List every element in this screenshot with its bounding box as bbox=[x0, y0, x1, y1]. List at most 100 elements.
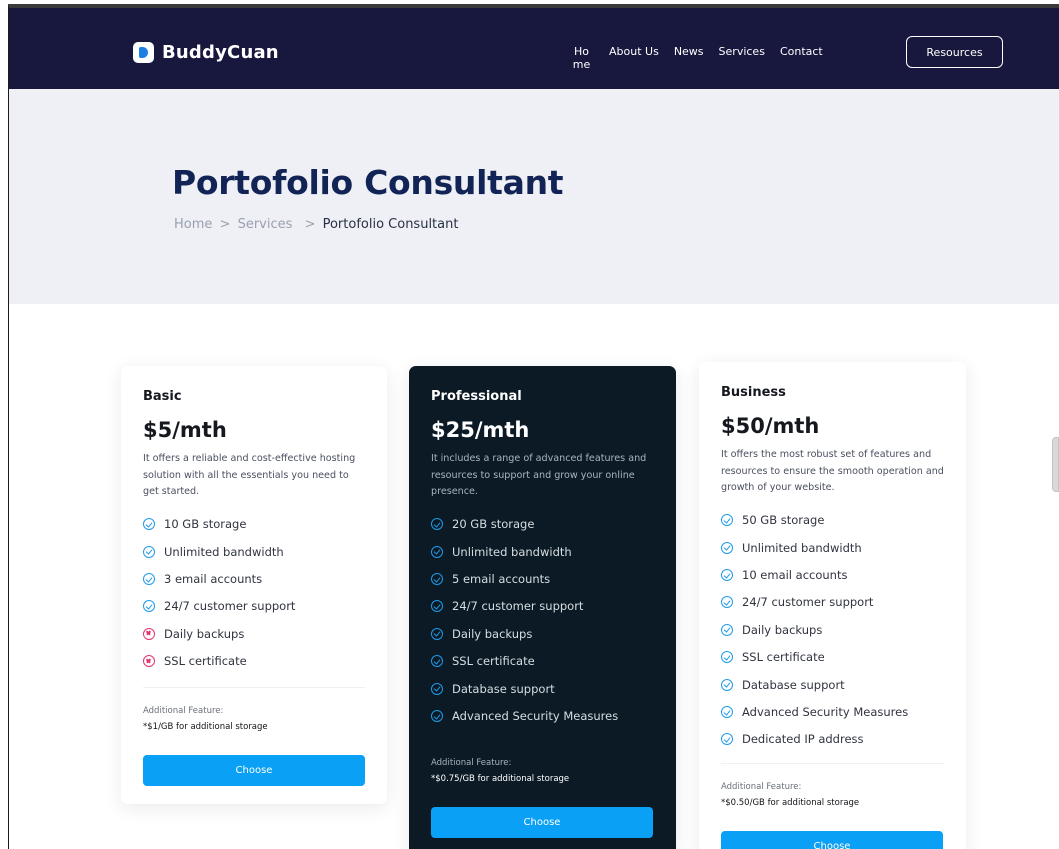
page-title: Portofolio Consultant bbox=[172, 163, 564, 202]
check-circle-icon bbox=[721, 678, 733, 691]
plan-description: It offers a reliable and cost-effective … bbox=[143, 453, 356, 497]
check-circle-icon bbox=[431, 572, 443, 585]
feature-list: 10 GB storage Unlimited bandwidth 3 emai… bbox=[143, 511, 365, 675]
feature-label: 24/7 customer support bbox=[164, 599, 296, 614]
check-circle-icon bbox=[721, 568, 733, 581]
check-circle-icon bbox=[431, 627, 443, 640]
feature-item: Database support bbox=[721, 671, 944, 698]
nav-link-news[interactable]: News bbox=[674, 45, 704, 58]
check-circle-icon bbox=[721, 733, 733, 746]
plan-name: Basic bbox=[143, 389, 182, 404]
feature-label: 3 email accounts bbox=[164, 571, 263, 586]
resources-button[interactable]: Resources bbox=[906, 36, 1003, 68]
breadcrumb: Home > Services > Portofolio Consultant bbox=[174, 217, 458, 232]
feature-item: 24/7 customer support bbox=[143, 593, 365, 620]
nav-link-home[interactable]: Home bbox=[569, 45, 594, 71]
additional-feature-label: Additional Feature: bbox=[431, 757, 512, 768]
feature-label: 20 GB storage bbox=[452, 517, 535, 532]
breadcrumb-separator: > bbox=[219, 217, 231, 232]
feature-label: SSL certificate bbox=[742, 650, 825, 665]
choose-professional-button[interactable]: Choose bbox=[431, 806, 653, 838]
plan-description: It offers the most robust set of feature… bbox=[721, 449, 944, 493]
feature-item: SSL certificate bbox=[143, 647, 365, 674]
feature-item: 3 email accounts bbox=[143, 565, 365, 592]
feature-item: SSL certificate bbox=[431, 647, 654, 674]
feature-item: 24/7 customer support bbox=[721, 589, 944, 616]
pricing-card-business: Business $50/mth It offers the most robu… bbox=[699, 362, 966, 849]
pricing-card-professional: Professional $25/mth It includes a range… bbox=[409, 366, 676, 849]
feature-label: SSL certificate bbox=[164, 654, 247, 669]
additional-feature-note: *$1/GB for additional storage bbox=[143, 721, 268, 732]
feature-item: Daily backups bbox=[143, 620, 365, 647]
feature-list: 50 GB storage Unlimited bandwidth 10 ema… bbox=[721, 507, 944, 754]
feature-item: Advanced Security Measures bbox=[431, 702, 654, 729]
pricing-card-basic: Basic $5/mth It offers a reliable and co… bbox=[121, 366, 387, 804]
breadcrumb-services[interactable]: Services bbox=[238, 217, 293, 232]
top-strip bbox=[0, 0, 1059, 8]
nav-link-services[interactable]: Services bbox=[719, 45, 765, 58]
choose-basic-button[interactable]: Choose bbox=[143, 754, 365, 786]
feature-item: Dedicated IP address bbox=[721, 726, 944, 753]
feature-item: Advanced Security Measures bbox=[721, 698, 944, 725]
card-divider bbox=[143, 686, 365, 688]
feature-label: Database support bbox=[452, 681, 555, 696]
check-circle-icon bbox=[721, 514, 733, 527]
feature-label: 50 GB storage bbox=[742, 513, 825, 528]
feature-item: 24/7 customer support bbox=[431, 593, 654, 620]
feature-label: Daily backups bbox=[452, 626, 533, 641]
check-circle-icon bbox=[143, 572, 155, 585]
check-circle-icon bbox=[143, 518, 155, 531]
feature-label: 24/7 customer support bbox=[742, 595, 874, 610]
feature-label: SSL certificate bbox=[452, 654, 535, 669]
feature-item: SSL certificate bbox=[721, 643, 944, 670]
feature-label: Dedicated IP address bbox=[742, 732, 864, 747]
nav-link-contact[interactable]: Contact bbox=[780, 45, 823, 58]
feature-label: Daily backups bbox=[742, 622, 823, 637]
feature-label: Unlimited bandwidth bbox=[452, 544, 572, 559]
feature-item: Unlimited bandwidth bbox=[721, 534, 944, 561]
side-scroll-handle[interactable] bbox=[1052, 437, 1059, 492]
additional-feature-label: Additional Feature: bbox=[721, 782, 802, 793]
left-edge-rule bbox=[8, 6, 9, 849]
brand-logo-link[interactable]: BuddyCuan bbox=[133, 42, 279, 63]
check-circle-icon bbox=[431, 545, 443, 558]
feature-item: 20 GB storage bbox=[431, 511, 654, 538]
check-circle-icon bbox=[721, 541, 733, 554]
x-circle-icon bbox=[143, 655, 155, 668]
feature-item: 10 GB storage bbox=[143, 511, 365, 538]
brand-name: BuddyCuan bbox=[162, 42, 279, 63]
feature-label: 5 email accounts bbox=[452, 571, 551, 586]
feature-label: Daily backups bbox=[164, 626, 245, 641]
check-circle-icon bbox=[721, 651, 733, 664]
additional-feature-note: *$0.75/GB for additional storage bbox=[431, 773, 570, 784]
feature-item: Unlimited bandwidth bbox=[431, 538, 654, 565]
feature-item: 10 email accounts bbox=[721, 561, 944, 588]
feature-label: 24/7 customer support bbox=[452, 599, 584, 614]
breadcrumb-current: Portofolio Consultant bbox=[322, 217, 459, 232]
feature-label: Unlimited bandwidth bbox=[164, 544, 284, 559]
plan-name: Business bbox=[721, 385, 786, 400]
additional-feature-note: *$0.50/GB for additional storage bbox=[721, 798, 860, 809]
card-divider bbox=[721, 763, 944, 765]
check-circle-icon bbox=[431, 600, 443, 613]
plan-description: It includes a range of advanced features… bbox=[431, 453, 647, 497]
nav-link-about-us[interactable]: About Us bbox=[609, 45, 659, 58]
breadcrumb-separator: > bbox=[304, 217, 316, 232]
check-circle-icon bbox=[143, 600, 155, 613]
choose-business-button[interactable]: Choose bbox=[721, 831, 943, 849]
check-circle-icon bbox=[721, 596, 733, 609]
feature-label: Unlimited bandwidth bbox=[742, 540, 862, 555]
check-circle-icon bbox=[143, 545, 155, 558]
feature-label: Database support bbox=[742, 677, 845, 692]
feature-label: 10 GB storage bbox=[164, 517, 247, 532]
feature-label: Advanced Security Measures bbox=[742, 704, 909, 719]
feature-item: Unlimited bandwidth bbox=[143, 538, 365, 565]
x-circle-icon bbox=[143, 627, 155, 640]
plan-price: $25/mth bbox=[431, 418, 530, 442]
check-circle-icon bbox=[431, 709, 443, 722]
main-nav: Home About Us News Services Contact bbox=[569, 45, 838, 71]
page-hero: Portofolio Consultant Home > Services > … bbox=[9, 89, 1059, 304]
buddycuan-logo-icon bbox=[133, 42, 154, 63]
check-circle-icon bbox=[431, 682, 443, 695]
breadcrumb-home[interactable]: Home bbox=[174, 217, 212, 232]
